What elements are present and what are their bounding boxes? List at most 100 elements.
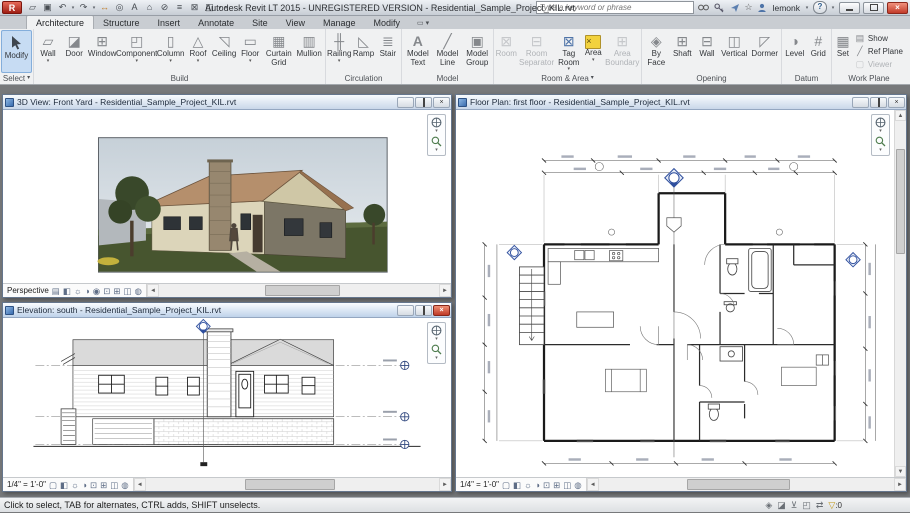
mullion-button[interactable]: ▥Mullion: [294, 30, 324, 73]
view-close-button[interactable]: ×: [433, 305, 450, 316]
ceiling-button[interactable]: ◹Ceiling: [211, 30, 237, 73]
scrollbar-thumb[interactable]: [896, 149, 905, 255]
switch-windows-icon[interactable]: ◫: [202, 1, 217, 14]
crop-view-icon[interactable]: ⊡: [543, 479, 550, 491]
model-text-button[interactable]: AModel Text: [403, 30, 433, 73]
shaft-button[interactable]: ⊞Shaft: [670, 30, 695, 73]
show-crop-region-icon[interactable]: ⊞: [553, 479, 560, 491]
component-button[interactable]: ◰Component▾: [117, 30, 156, 73]
modify-button[interactable]: Modify: [1, 30, 32, 73]
thin-lines-icon[interactable]: ≡: [172, 1, 187, 14]
roof-button[interactable]: △Roof▾: [185, 30, 211, 73]
shadows-icon[interactable]: ◑: [82, 479, 87, 491]
aligned-dimension-icon[interactable]: ↔: [97, 1, 112, 14]
view-restore-button[interactable]: [415, 97, 432, 108]
model-group-button[interactable]: ▣Model Group: [462, 30, 492, 73]
horizontal-scrollbar[interactable]: ◄ ►: [587, 478, 906, 491]
horizontal-scrollbar[interactable]: ◄ ►: [134, 478, 451, 491]
tag-room-button[interactable]: ⊠Tag Room▾: [556, 30, 582, 73]
tab-structure[interactable]: Structure: [94, 16, 149, 29]
visual-style-icon[interactable]: ◧: [513, 479, 521, 491]
set-work-plane-button[interactable]: ▦Set: [833, 30, 853, 73]
view-close-button[interactable]: ×: [433, 97, 450, 108]
signed-in-user[interactable]: lemonk: [772, 3, 801, 13]
steering-wheel-icon[interactable]: ▾: [431, 117, 442, 134]
stair-button[interactable]: ≣Stair: [376, 30, 400, 73]
view-restore-button[interactable]: [415, 305, 432, 316]
view-restore-button[interactable]: [870, 97, 887, 108]
sun-path-icon[interactable]: ☼: [71, 479, 79, 491]
view-scale-label[interactable]: 1/4" = 1'-0": [7, 480, 46, 489]
vertical-scrollbar[interactable]: ▲ ▼: [894, 110, 906, 477]
scroll-down-arrow[interactable]: ▼: [895, 466, 906, 477]
crop-view-icon[interactable]: ⊡: [90, 479, 97, 491]
view-scale-label[interactable]: Perspective: [7, 286, 49, 295]
ribbon-display-toggle-icon[interactable]: ▭ ▾: [417, 19, 429, 29]
steering-wheel-icon[interactable]: ▾: [431, 325, 442, 342]
text-icon[interactable]: A: [127, 1, 142, 14]
floor-button[interactable]: ▭Floor▾: [237, 30, 263, 73]
door-button[interactable]: ◪Door: [61, 30, 87, 73]
search-input[interactable]: [536, 1, 694, 14]
default-3d-view-icon[interactable]: ⌂: [142, 1, 157, 14]
minimize-button[interactable]: [839, 2, 860, 14]
tab-view[interactable]: View: [277, 16, 314, 29]
favorites-star-icon[interactable]: ☆: [745, 2, 753, 13]
detail-level-icon[interactable]: ▢: [502, 479, 510, 491]
scroll-left-arrow[interactable]: ◄: [134, 478, 146, 491]
select-elements-by-face-icon[interactable]: ◰: [802, 498, 811, 512]
open-icon[interactable]: ▱: [25, 1, 40, 14]
sun-path-icon[interactable]: ☼: [74, 285, 82, 297]
communication-center-icon[interactable]: [729, 2, 742, 13]
close-button[interactable]: ×: [887, 2, 908, 14]
show-crop-region-icon[interactable]: ⊞: [113, 285, 120, 297]
scroll-right-arrow[interactable]: ►: [894, 478, 906, 491]
curtain-grid-button[interactable]: ▦Curtain Grid: [263, 30, 294, 73]
wall-button[interactable]: ▱Wall▾: [35, 30, 61, 73]
show-work-plane-button[interactable]: ▤Show: [855, 33, 903, 44]
railing-button[interactable]: ╫Railing▾: [327, 30, 351, 73]
chevron-down-icon[interactable]: ▾: [435, 129, 438, 134]
tab-insert[interactable]: Insert: [149, 16, 190, 29]
wall-opening-button[interactable]: ⊟Wall: [695, 30, 719, 73]
model-line-button[interactable]: ╱Model Line: [433, 30, 463, 73]
visual-style-icon[interactable]: ◧: [60, 479, 68, 491]
view-scale-label[interactable]: 1/4" = 1'-0": [460, 480, 499, 489]
tab-annotate[interactable]: Annotate: [189, 16, 243, 29]
render-icon[interactable]: ◉: [93, 285, 100, 297]
chevron-down-icon[interactable]: ▾: [435, 148, 438, 153]
temporary-hide-isolate-icon[interactable]: ◫: [563, 479, 571, 491]
view-minimize-button[interactable]: [397, 97, 414, 108]
by-face-button[interactable]: ◈By Face: [643, 30, 670, 73]
area-button[interactable]: ×Area▾: [582, 30, 605, 73]
close-hidden-windows-icon[interactable]: ⊠: [187, 1, 202, 14]
visual-style-icon[interactable]: ◧: [63, 285, 71, 297]
column-button[interactable]: ▯Column▾: [156, 30, 185, 73]
level-button[interactable]: ◑Level: [783, 30, 807, 73]
scrollbar-thumb[interactable]: [245, 479, 335, 490]
undo-icon[interactable]: ↶: [55, 1, 70, 14]
temporary-hide-isolate-icon[interactable]: ◫: [123, 285, 131, 297]
zoom-tool-icon[interactable]: ▾: [431, 136, 442, 153]
user-avatar-icon[interactable]: [756, 2, 769, 13]
floorplan-canvas[interactable]: ▲ ▼ ▾ ▾: [456, 110, 906, 477]
temporary-hide-isolate-icon[interactable]: ◫: [110, 479, 118, 491]
horizontal-scrollbar[interactable]: ◄ ►: [147, 284, 451, 297]
scrollbar-thumb[interactable]: [687, 479, 789, 490]
filter-icon[interactable]: ▽:0: [828, 498, 842, 513]
scroll-right-arrow[interactable]: ►: [439, 478, 451, 491]
redo-icon[interactable]: ↷: [76, 1, 91, 14]
ramp-button[interactable]: ◺Ramp: [351, 30, 375, 73]
save-icon[interactable]: ▣: [40, 1, 55, 14]
tag-by-category-icon[interactable]: ◎: [112, 1, 127, 14]
detail-level-icon[interactable]: ▤: [52, 285, 60, 297]
tab-modify[interactable]: Modify: [365, 16, 410, 29]
sun-path-icon[interactable]: ☼: [524, 479, 532, 491]
application-menu-button[interactable]: R: [2, 1, 22, 14]
shadows-icon[interactable]: ◑: [85, 285, 90, 297]
zoom-tool-icon[interactable]: ▾: [875, 136, 886, 153]
help-button[interactable]: ?: [813, 1, 827, 14]
steering-wheel-icon[interactable]: ▾: [875, 117, 886, 134]
chevron-down-icon[interactable]: ▾: [435, 356, 438, 361]
customize-qat-icon[interactable]: ▾: [223, 5, 229, 11]
